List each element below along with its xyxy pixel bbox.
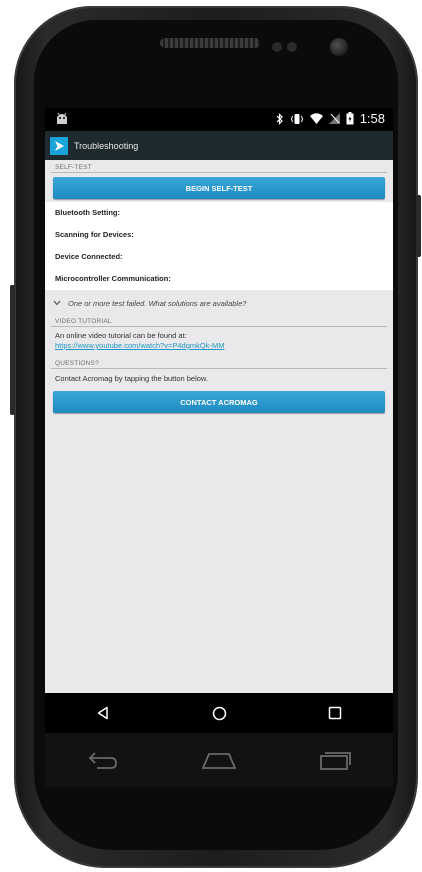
test-item-bluetooth-setting: Bluetooth Setting:: [55, 208, 120, 217]
self-test-results: Bluetooth Setting: Scanning for Devices:…: [45, 202, 393, 290]
bluetooth-icon: [276, 112, 283, 125]
chevron-down-icon: [53, 300, 61, 306]
test-failed-solutions-label: One or more test failed. What solutions …: [68, 298, 247, 308]
questions-header: QUESTIONS?: [55, 360, 99, 367]
hw-recents-icon: [320, 752, 351, 770]
hardware-keys: [45, 733, 393, 787]
navigation-bar: [45, 693, 393, 733]
begin-self-test-button[interactable]: BEGIN SELF-TEST: [53, 177, 385, 199]
status-bar: 1:58: [45, 108, 393, 131]
hw-back-arrow-icon: [88, 752, 117, 769]
page-title: Troubleshooting: [74, 140, 139, 151]
video-tutorial-link[interactable]: https://www.youtube.com/watch?v=P4dgmkQk…: [45, 340, 393, 350]
hw-home-key[interactable]: [199, 745, 239, 775]
test-failed-solutions-expander[interactable]: One or more test failed. What solutions …: [45, 290, 393, 316]
volume-button: [10, 285, 15, 415]
app-logo-icon[interactable]: [50, 136, 68, 155]
earpiece-speaker: [160, 38, 260, 48]
back-button[interactable]: [83, 698, 123, 728]
screen: 1:58 Troubleshooting SELF-TEST BEGIN SEL…: [45, 108, 393, 693]
recents-square-icon: [328, 706, 342, 720]
hw-back-key[interactable]: [83, 745, 123, 775]
video-tutorial-header: VIDEO TUTORIAL: [55, 318, 112, 325]
questions-text: Contact Acromag by tapping the button be…: [55, 374, 209, 383]
status-time: 1:58: [359, 111, 385, 126]
play-logo-icon: [55, 140, 64, 151]
signal-icon: [328, 113, 340, 124]
vibrate-icon: [290, 113, 303, 124]
wifi-icon: [309, 113, 323, 124]
back-triangle-icon: [97, 706, 108, 720]
video-tutorial-text: An online video tutorial can be found at…: [55, 331, 187, 340]
action-bar: Troubleshooting: [45, 131, 393, 160]
test-item-scanning-devices: Scanning for Devices:: [55, 230, 134, 239]
self-test-header: SELF-TEST: [55, 164, 92, 171]
test-item-microcontroller: Microcontroller Communication:: [55, 274, 171, 283]
test-item-device-connected: Device Connected:: [55, 252, 123, 261]
contact-acromag-button[interactable]: CONTACT ACROMAG: [53, 391, 385, 413]
recents-button[interactable]: [315, 698, 355, 728]
battery-icon: [346, 112, 354, 125]
power-button: [416, 195, 421, 257]
hw-recents-key[interactable]: [315, 745, 355, 775]
home-circle-icon: [212, 706, 226, 720]
light-sensor: [287, 42, 297, 52]
hw-home-icon: [201, 753, 237, 769]
front-camera: [330, 38, 348, 56]
troubleshooting-content: SELF-TEST BEGIN SELF-TEST Bluetooth Sett…: [45, 160, 393, 693]
proximity-sensor: [272, 42, 282, 52]
android-notification-icon: [57, 112, 67, 124]
home-button[interactable]: [199, 698, 239, 728]
